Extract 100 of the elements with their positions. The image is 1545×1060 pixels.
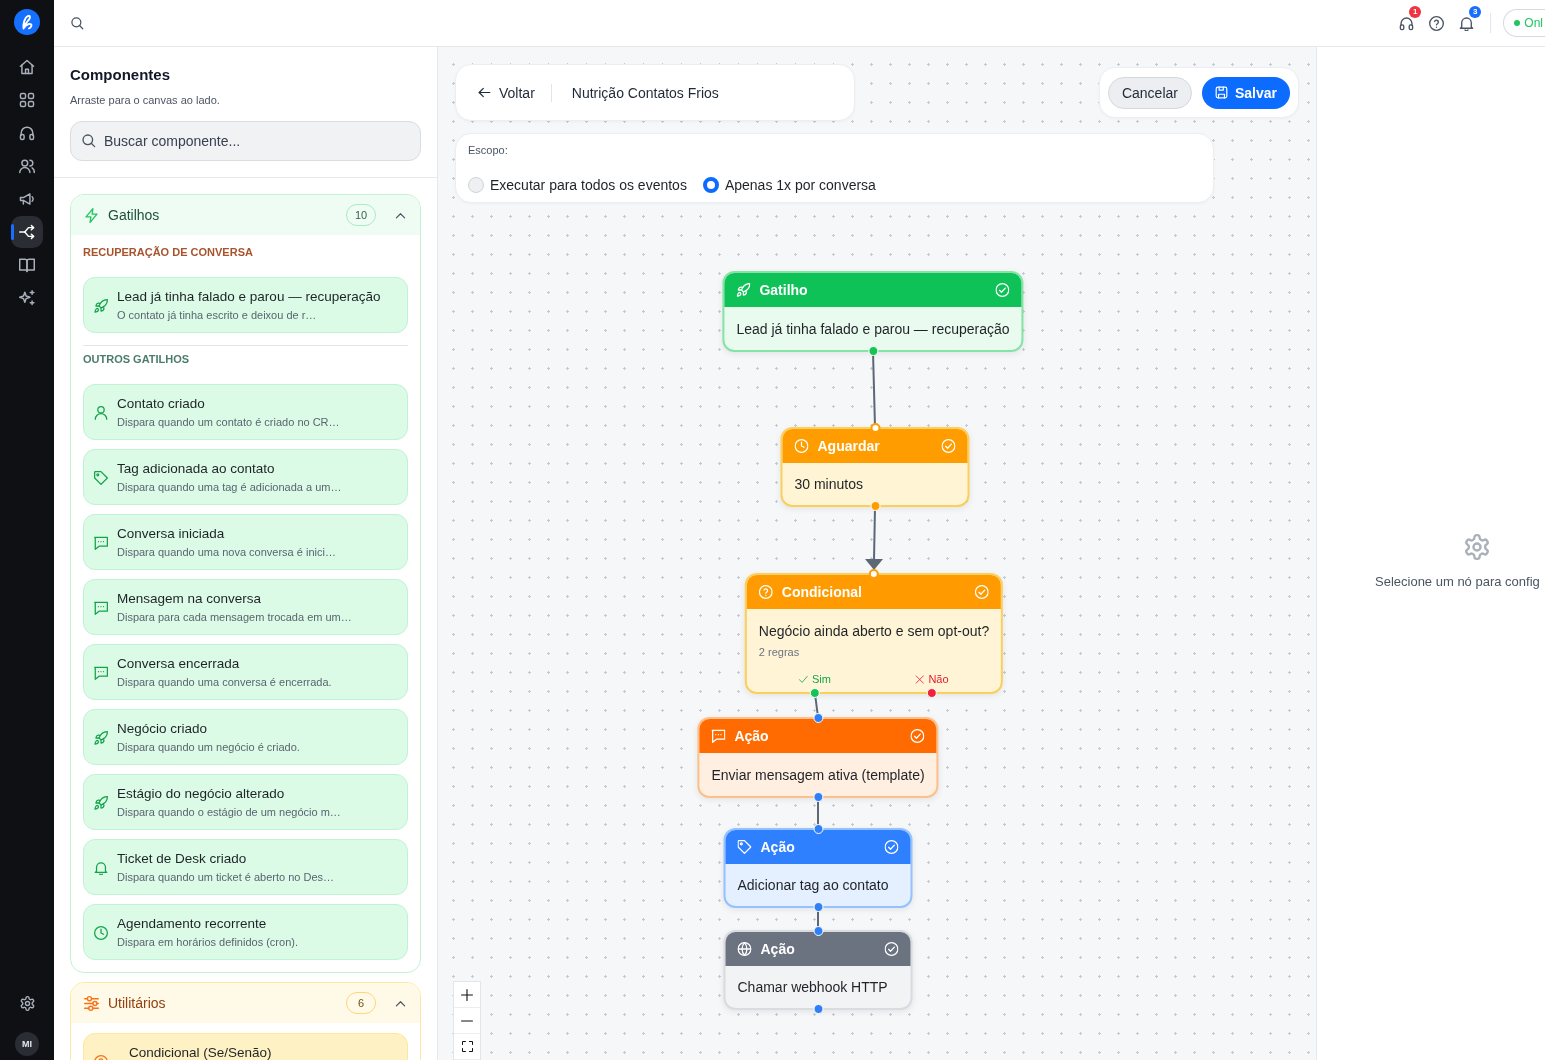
empty-state-text: Selecione um nó para config xyxy=(1375,574,1540,589)
rocket-icon xyxy=(736,283,751,297)
rocket-icon xyxy=(94,796,108,810)
component-item[interactable]: Estágio do negócio alterado Dispara quando o estágio de um negócio m… xyxy=(83,774,408,830)
component-description: Dispara quando uma nova conversa é inici… xyxy=(117,545,336,559)
component-description: Dispara quando um negócio é criado. xyxy=(117,740,300,754)
section-header[interactable]: Utilitários 6 xyxy=(71,983,420,1023)
branch-label: Sim xyxy=(812,672,831,686)
help-icon xyxy=(1428,15,1444,31)
component-title: Lead já tinha falado e parou — recuperação xyxy=(117,288,381,305)
component-description: Dispara quando o estágio de um negócio m… xyxy=(117,805,341,819)
tag-icon xyxy=(737,840,752,854)
component-description: Dispara em horários definidos (cron). xyxy=(117,935,298,949)
search-button[interactable] xyxy=(70,16,84,30)
node-title: Ação xyxy=(760,839,796,855)
back-button[interactable]: Voltar xyxy=(478,84,535,101)
component-description: Dispara quando uma tag é adicionada a um… xyxy=(117,480,342,494)
branch-label: Não xyxy=(928,672,949,686)
component-item[interactable]: Tag adicionada ao contato Dispara quando uma tag é adicionada a um… xyxy=(83,449,408,505)
component-title: Contato criado xyxy=(117,395,206,412)
component-title: Mensagem na conversa xyxy=(117,590,263,607)
bell-icon xyxy=(1458,15,1474,31)
radio-label: Apenas 1x por conversa xyxy=(724,177,876,193)
book-icon xyxy=(19,257,35,273)
megaphone-icon xyxy=(19,191,35,207)
component-description: O contato já tinha escrito e deixou de r… xyxy=(117,308,318,322)
component-title: Estágio do negócio alterado xyxy=(117,785,286,802)
component-title: Ticket de Desk criado xyxy=(117,850,248,867)
notification-badge: 3 xyxy=(1469,6,1482,18)
flow-canvas[interactable] xyxy=(438,47,1316,1060)
component-item[interactable]: Conversa iniciada Dispara quando uma nova conversa é inici… xyxy=(83,514,408,570)
headset-icon xyxy=(1398,15,1414,31)
connection-handle[interactable] xyxy=(870,423,880,433)
radio-button[interactable] xyxy=(702,177,719,193)
rocket-icon xyxy=(94,731,108,745)
component-title: Conversa encerrada xyxy=(117,655,241,672)
component-item[interactable]: Condicional (Se/Senão) xyxy=(83,1033,408,1060)
component-item[interactable]: Lead já tinha falado e parou — recuperação O contato já tinha escrito e deixou de r… xyxy=(83,277,408,333)
bell-icon xyxy=(94,861,108,875)
clock-icon xyxy=(94,926,108,940)
clock-icon xyxy=(794,439,809,453)
settings-icon xyxy=(19,995,35,1011)
component-item[interactable]: Ticket de Desk criado Dispara quando um ticket é aberto no Des… xyxy=(83,839,408,895)
cancel-button[interactable]: Cancelar xyxy=(1107,76,1192,109)
component-item[interactable]: Agendamento recorrente Dispara em horários definidos (cron). xyxy=(83,904,408,960)
status-label: Onl xyxy=(1524,16,1543,30)
search-icon xyxy=(70,16,84,30)
component-item[interactable]: Negócio criado Dispara quando um negócio é criado. xyxy=(83,709,408,765)
chat-bubble-icon xyxy=(94,601,108,615)
component-title: Agendamento recorrente xyxy=(117,915,268,932)
flow-name: Nutrição Contatos Frios xyxy=(571,84,719,101)
plus-icon xyxy=(461,988,473,1001)
node-title: Ação xyxy=(760,941,796,957)
node-title: Ação xyxy=(734,728,770,744)
node-detail: 2 regras xyxy=(758,645,801,659)
section-title: Gatilhos xyxy=(108,207,161,223)
panel-subtitle: Arraste para o canvas ao lado. xyxy=(70,93,221,107)
component-description: Dispara para cada mensagem trocada em um… xyxy=(117,610,352,624)
node-title: Condicional xyxy=(781,584,863,600)
globe-icon xyxy=(737,942,752,956)
component-item[interactable]: Contato criado Dispara quando um contato é criado no CR… xyxy=(83,384,408,440)
group-heading: RECUPERAÇÃO DE CONVERSA xyxy=(83,245,254,259)
sparkles-icon xyxy=(19,290,35,306)
rail-button[interactable] xyxy=(11,216,43,248)
node-text: Adicionar tag ao contato xyxy=(737,876,890,894)
question-circle-icon xyxy=(758,585,773,599)
corner-brackets-icon xyxy=(461,1041,473,1052)
cross-icon xyxy=(915,674,925,684)
node-text: Lead já tinha falado e parou — recuperação xyxy=(736,319,1010,338)
arrow-left-icon xyxy=(478,86,491,99)
users-icon xyxy=(19,158,35,174)
component-description: Dispara quando uma conversa é encerrada. xyxy=(117,675,332,689)
search-field[interactable]: Buscar componente... xyxy=(70,121,421,161)
group-heading: OUTROS GATILHOS xyxy=(83,352,191,366)
node-text: 30 minutos xyxy=(794,475,864,493)
app-logo[interactable] xyxy=(14,9,40,35)
radio-label: Executar para todos os eventos xyxy=(490,177,687,193)
component-description: Dispara quando um contato é criado no CR… xyxy=(117,415,340,429)
component-item[interactable]: Mensagem na conversa Dispara para cada mensagem trocada em um… xyxy=(83,579,408,635)
chat-bubble-icon xyxy=(94,536,108,550)
search-icon xyxy=(81,133,96,148)
rocket-icon xyxy=(94,299,108,313)
chat-bubble-icon xyxy=(711,729,726,743)
node-title: Gatilho xyxy=(759,282,809,298)
person-icon xyxy=(94,406,108,420)
user-avatar[interactable]: MI xyxy=(15,1032,39,1056)
headset-icon xyxy=(19,125,35,141)
sliders-icon xyxy=(84,995,99,1011)
node-text: Negócio ainda aberto e sem opt-out? xyxy=(758,622,990,640)
home-icon xyxy=(19,59,35,75)
tag-icon xyxy=(94,471,108,485)
section-title: Utilitários xyxy=(108,995,167,1011)
connection-handle[interactable] xyxy=(869,569,879,579)
component-title: Condicional (Se/Senão) xyxy=(129,1044,272,1060)
save-button[interactable]: Salvar xyxy=(1201,76,1290,109)
panel-title: Componentes xyxy=(70,66,171,84)
component-title: Tag adicionada ao contato xyxy=(117,460,276,477)
section-header[interactable]: Gatilhos 10 xyxy=(71,195,420,235)
node-text: Chamar webhook HTTP xyxy=(737,978,889,996)
component-item[interactable]: Conversa encerrada Dispara quando uma conversa é encerrada. xyxy=(83,644,408,700)
